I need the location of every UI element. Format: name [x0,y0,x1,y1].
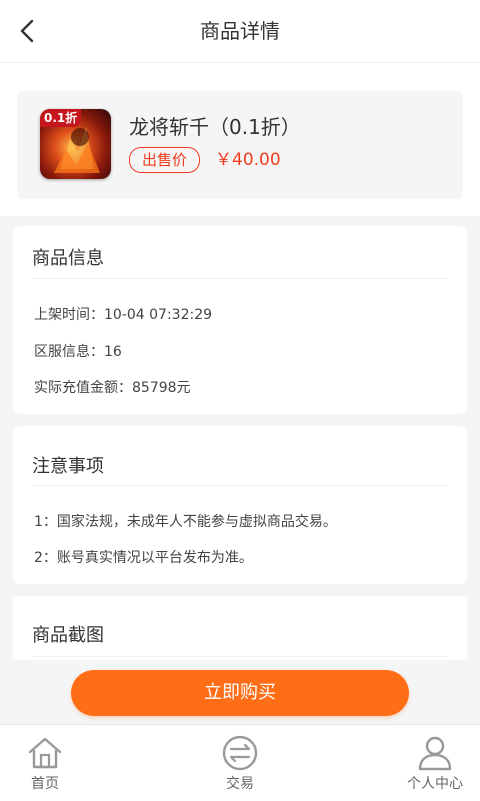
game-icon: 0.1折 [40,109,111,179]
product-section: 0.1折 龙将斩千（0.1折） 出售价 ￥40.00 [0,63,480,216]
divider [32,485,448,486]
recharge-amount: 实际充值金额：85798元 [34,380,191,396]
tab-trade-label: 交易 [226,776,254,792]
product-card: 0.1折 龙将斩千（0.1折） 出售价 ￥40.00 [17,91,463,199]
page-title: 商品详情 [200,19,280,43]
home-icon [28,737,62,769]
tab-home[interactable]: 首页 [0,725,100,801]
screenshots-card: 商品截图 [13,596,467,660]
tab-profile-label: 个人中心 [407,776,463,792]
divider [32,656,448,657]
notice-item: 2：账号真实情况以平台发布为准。 [34,550,253,566]
notice-item: 1：国家法规，未成年人不能参与虚拟商品交易。 [34,514,337,530]
trade-icon [222,735,258,771]
product-name: 龙将斩千（0.1折） [129,115,301,139]
product-info-card: 商品信息 上架时间：10-04 07:32:29 区服信息：16 实际充值金额：… [13,226,467,414]
user-icon [418,736,452,771]
discount-badge: 0.1折 [40,109,82,127]
tab-profile[interactable]: 个人中心 [380,725,480,801]
bottom-tab-bar: 首页 交易 个人中心 [0,724,480,801]
divider [32,278,448,279]
tab-home-label: 首页 [31,776,59,792]
buy-now-button[interactable]: 立即购买 [71,670,409,716]
server-info: 区服信息：16 [34,344,122,360]
notice-title: 注意事项 [32,456,104,477]
top-nav-bar: 商品详情 [0,0,480,63]
listing-time: 上架时间：10-04 07:32:29 [34,307,213,323]
product-info-title: 商品信息 [32,248,104,269]
notice-card: 注意事项 1：国家法规，未成年人不能参与虚拟商品交易。 2：账号真实情况以平台发… [13,426,467,584]
tab-trade[interactable]: 交易 [185,725,295,801]
price-label-tag: 出售价 [129,147,201,173]
product-price: ￥40.00 [215,150,281,170]
screenshots-title: 商品截图 [32,625,104,646]
